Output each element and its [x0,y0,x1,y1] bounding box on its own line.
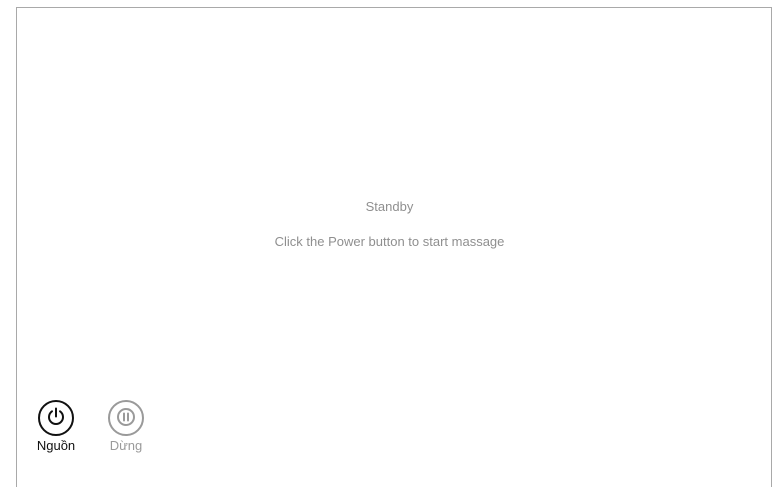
pause-control: Dừng [96,400,156,454]
power-icon [45,406,67,431]
power-button[interactable] [38,400,74,436]
status-hint: Click the Power button to start massage [274,234,505,249]
power-control: Nguồn [26,400,86,454]
pause-button[interactable] [108,400,144,436]
power-button-label: Nguồn [36,438,76,453]
status-title: Standby [365,199,414,214]
pause-button-label: Dừng [109,438,143,453]
pause-icon [115,406,137,431]
